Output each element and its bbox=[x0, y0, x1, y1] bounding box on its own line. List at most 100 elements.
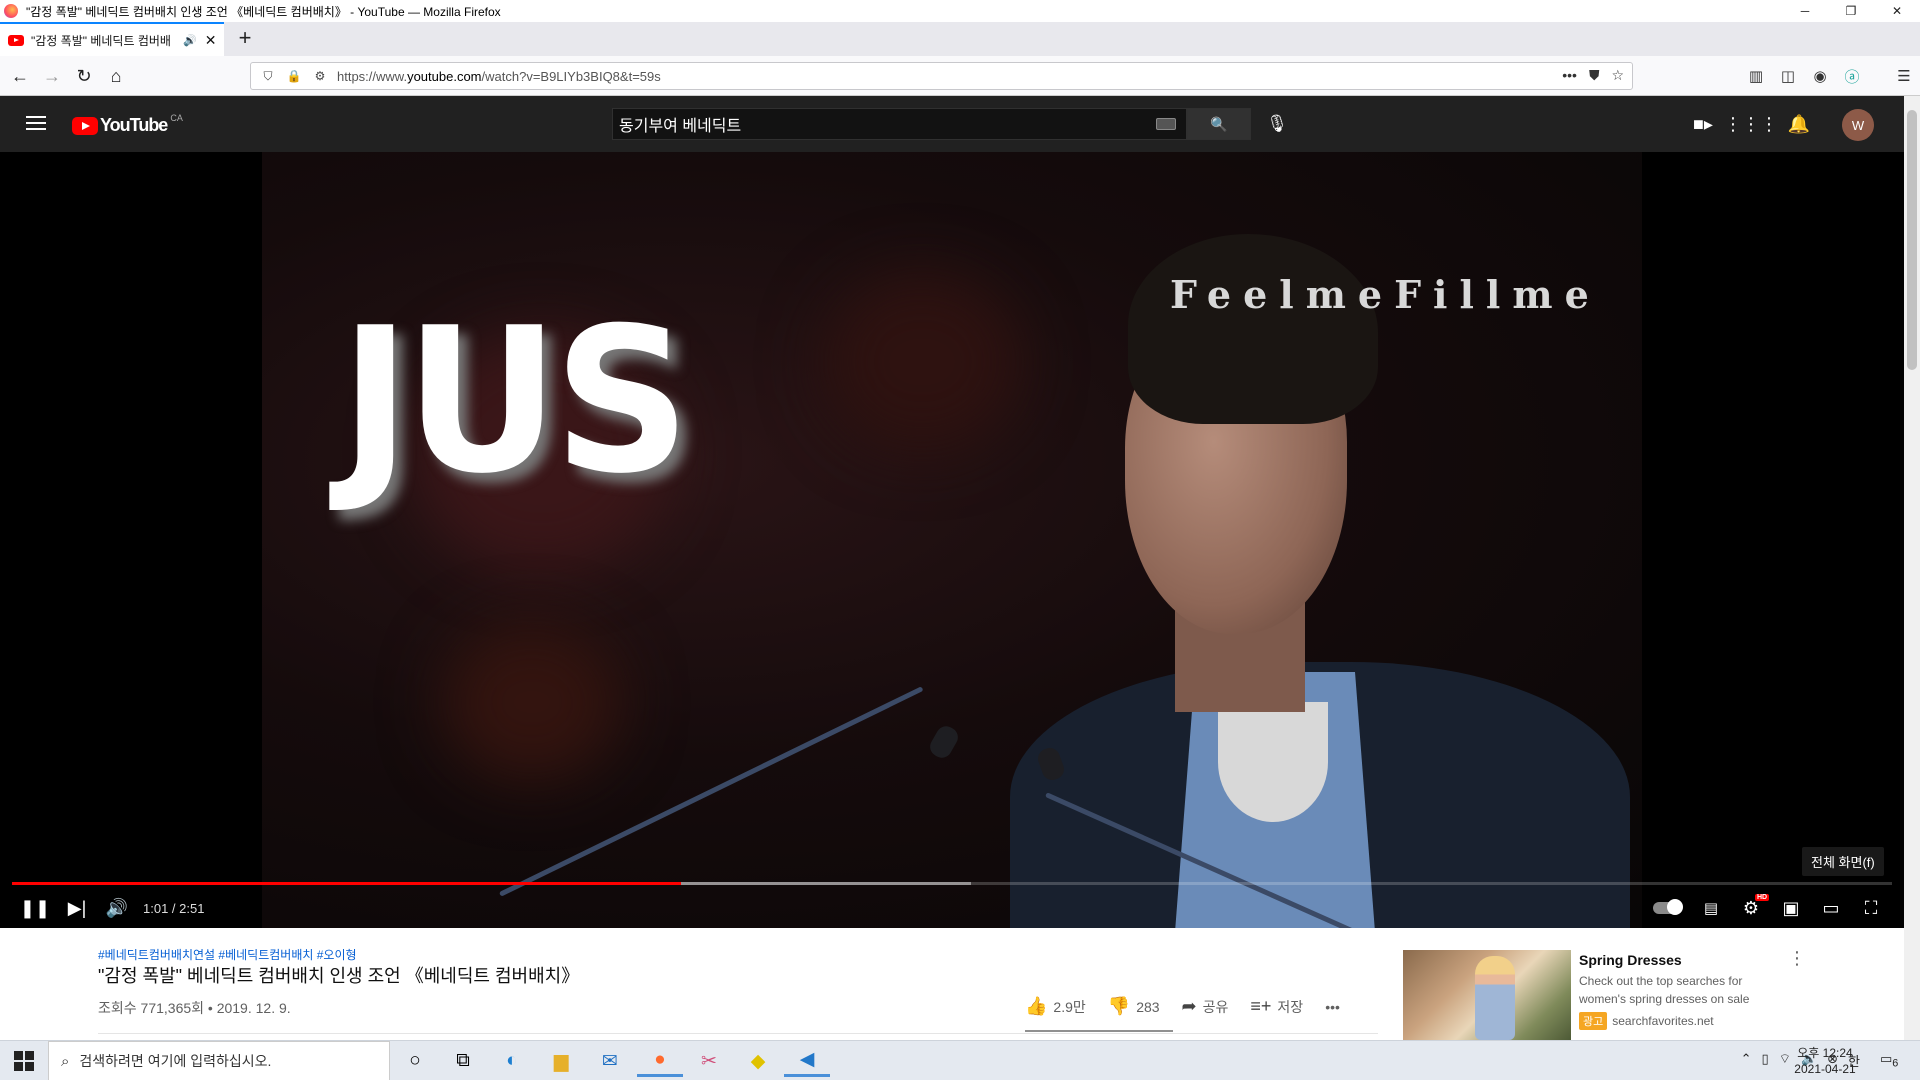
youtube-play-logo-icon bbox=[72, 116, 98, 135]
thumbs-down-icon: 👎 bbox=[1107, 996, 1131, 1016]
tab-strip: "감정 폭발" 베네딕트 컴버배 🔊 ✕ + bbox=[0, 22, 1920, 56]
windows-start-icon[interactable] bbox=[14, 1051, 34, 1071]
clock-date: 2021-04-21 bbox=[1794, 1062, 1856, 1076]
notifications-bell-icon[interactable]: 🔔 bbox=[1785, 110, 1813, 138]
ad-source: 광고 searchfavorites.net bbox=[1579, 1012, 1714, 1030]
bookmark-star-icon[interactable]: ☆ bbox=[1611, 67, 1624, 84]
clock-time: 오후 12:24 bbox=[1797, 1046, 1853, 1060]
url-text[interactable]: https://www.youtube.com/watch?v=B9LIYb3B… bbox=[337, 69, 661, 84]
youtube-logo[interactable]: YouTube CA bbox=[72, 112, 183, 136]
create-video-icon[interactable]: ■▸ bbox=[1689, 110, 1717, 138]
ad-title[interactable]: Spring Dresses bbox=[1579, 952, 1682, 968]
edge-icon[interactable]: ◐ bbox=[489, 1045, 535, 1077]
tray-expand-icon[interactable]: ⌃ bbox=[1741, 1051, 1752, 1070]
notification-center-icon[interactable]: ▭6 bbox=[1880, 1051, 1902, 1071]
progress-played bbox=[12, 882, 682, 885]
extension-icon[interactable]: ⓐ bbox=[1836, 62, 1868, 90]
share-button[interactable]: ➦ 공유 bbox=[1182, 996, 1229, 1017]
pocket-icon[interactable]: ⛊ bbox=[1589, 67, 1600, 84]
kakaotalk-icon[interactable]: ◆ bbox=[735, 1045, 781, 1077]
add-to-playlist-icon: ≡+ bbox=[1250, 996, 1272, 1016]
mail-icon[interactable]: ✉ bbox=[587, 1045, 633, 1077]
apps-grid-icon[interactable]: ⋮⋮⋮ bbox=[1724, 110, 1778, 138]
firefox-taskbar-icon[interactable]: ● bbox=[637, 1045, 683, 1077]
shield-icon[interactable]: ⛉ bbox=[259, 69, 277, 84]
video-info-section: #베네딕트컴버배치연설 #베네딕트컴버배치 #오이형 "감정 폭발" 베네딕트 … bbox=[0, 928, 1904, 1040]
menu-icon[interactable]: ☰ bbox=[1888, 62, 1920, 90]
video-hashtags[interactable]: #베네딕트컴버배치연설 #베네딕트컴버배치 #오이형 bbox=[98, 946, 357, 963]
lock-icon[interactable]: 🔒 bbox=[285, 69, 303, 83]
guide-menu-icon[interactable] bbox=[26, 116, 46, 134]
search-input[interactable]: 동기부여 베네딕트 bbox=[612, 108, 1187, 140]
device-icon[interactable]: ▯ bbox=[1762, 1051, 1769, 1070]
player-controls: ❚❚ ▶| 🔊 1:01 / 2:51 ▤ ⚙ HD ▣ ▭ ⛶ bbox=[0, 890, 1904, 928]
youtube-favicon-icon bbox=[8, 34, 24, 46]
ad-domain: searchfavorites.net bbox=[1612, 1014, 1714, 1028]
ad-description: Check out the top searches for women's s… bbox=[1579, 974, 1750, 1006]
home-icon[interactable]: ⌂ bbox=[102, 62, 130, 90]
video-actions: 👍 2.9만 👎 283 ➦ 공유 ≡+ 저장 ••• bbox=[1025, 996, 1362, 1017]
maximize-button[interactable]: ❐ bbox=[1828, 0, 1874, 22]
search-icon: ⌕ bbox=[61, 1052, 70, 1070]
more-actions-button[interactable]: ••• bbox=[1325, 999, 1340, 1015]
snipping-tool-icon[interactable]: ✂ bbox=[686, 1045, 732, 1077]
ad-more-icon[interactable]: ⋮ bbox=[1788, 949, 1806, 967]
save-button[interactable]: ≡+ 저장 bbox=[1250, 996, 1303, 1017]
keyboard-icon[interactable] bbox=[1156, 118, 1176, 130]
tab-youtube[interactable]: "감정 폭발" 베네딕트 컴버배 🔊 ✕ bbox=[0, 22, 224, 56]
reload-icon[interactable]: ↻ bbox=[70, 62, 98, 90]
scrollbar-thumb[interactable] bbox=[1907, 110, 1917, 370]
firefox-icon bbox=[4, 4, 18, 18]
miniplayer-icon[interactable]: ▣ bbox=[1775, 892, 1807, 924]
back-arrow-icon[interactable]: ← bbox=[6, 62, 34, 90]
window-title: "감정 폭발" 베네딕트 컴버배치 인생 조언 《베네딕트 컴버배치》 - Yo… bbox=[26, 4, 501, 19]
file-explorer-icon[interactable]: ▆ bbox=[538, 1045, 584, 1077]
library-icon[interactable]: ▥ bbox=[1740, 62, 1772, 90]
taskbar-search-input[interactable]: ⌕ 검색하려면 여기에 입력하십시오. bbox=[48, 1041, 390, 1080]
ad-thumbnail[interactable] bbox=[1403, 950, 1571, 1040]
speaker-icon[interactable]: 🔊 bbox=[183, 34, 197, 47]
ad-card[interactable]: Spring Dresses Check out the top searche… bbox=[1403, 928, 1806, 1040]
dislike-button[interactable]: 👎 283 bbox=[1108, 996, 1160, 1017]
forward-arrow-icon[interactable]: → bbox=[38, 62, 66, 90]
tab-close-button[interactable]: ✕ bbox=[205, 32, 217, 49]
permissions-icon[interactable]: ⚙ bbox=[311, 69, 329, 83]
microphone-icon[interactable]: 🎙 bbox=[1263, 110, 1291, 138]
pause-button[interactable]: ❚❚ bbox=[19, 892, 51, 924]
volume-icon[interactable]: 🔊 bbox=[101, 892, 133, 924]
next-button[interactable]: ▶| bbox=[61, 892, 93, 924]
sidebar-icon[interactable]: ◫ bbox=[1772, 62, 1804, 90]
theater-mode-icon[interactable]: ▭ bbox=[1815, 892, 1847, 924]
window-titlebar: "감정 폭발" 베네딕트 컴버배치 인생 조언 《베네딕트 컴버배치》 - Yo… bbox=[0, 0, 1920, 22]
navigation-toolbar: ← → ↻ ⌂ ⛉ 🔒 ⚙ https://www.youtube.com/wa… bbox=[0, 56, 1920, 96]
taskbar-search-placeholder: 검색하려면 여기에 입력하십시오. bbox=[79, 1053, 272, 1069]
progress-bar[interactable] bbox=[12, 882, 1892, 885]
close-window-button[interactable]: ✕ bbox=[1874, 0, 1920, 22]
thumbs-up-icon: 👍 bbox=[1025, 996, 1048, 1016]
video-player[interactable]: JUS FeelmeFillme 전체 화면(f) ❚❚ ▶| 🔊 1:01 /… bbox=[0, 152, 1904, 928]
search-query: 동기부여 베네딕트 bbox=[619, 118, 742, 135]
windows-taskbar: ⌕ 검색하려면 여기에 입력하십시오. ○ ⧉ ◐ ▆ ✉ ● ✂ ◆ ◀ ⌃ … bbox=[0, 1040, 1920, 1080]
search-button[interactable]: 🔍 bbox=[1187, 108, 1251, 140]
account-icon[interactable]: ◉ bbox=[1804, 62, 1836, 90]
video-overlay-text: JUS bbox=[340, 285, 690, 518]
task-view-icon[interactable]: ⧉ bbox=[440, 1045, 486, 1077]
page-actions-icon[interactable]: ••• bbox=[1562, 67, 1577, 84]
fullscreen-icon[interactable]: ⛶ bbox=[1855, 892, 1887, 924]
like-button[interactable]: 👍 2.9만 bbox=[1025, 996, 1086, 1017]
youtube-masthead: YouTube CA 동기부여 베네딕트 🔍 🎙 ■▸ ⋮⋮⋮ 🔔 W bbox=[0, 96, 1904, 152]
autoplay-toggle[interactable] bbox=[1653, 899, 1683, 915]
subtitles-icon[interactable]: ▤ bbox=[1695, 892, 1727, 924]
country-code: CA bbox=[170, 112, 183, 123]
video-meta: 조회수 771,365회 • 2019. 12. 9. bbox=[98, 1000, 291, 1016]
vscode-icon[interactable]: ◀ bbox=[784, 1045, 830, 1077]
url-bar[interactable]: ⛉ 🔒 ⚙ https://www.youtube.com/watch?v=B9… bbox=[250, 62, 1633, 90]
avatar[interactable]: W bbox=[1842, 109, 1874, 141]
taskbar-clock[interactable]: 오후 12:24 2021-04-21 bbox=[1780, 1045, 1870, 1077]
minimize-button[interactable]: ─ bbox=[1782, 0, 1828, 22]
like-ratio-bar bbox=[1025, 1030, 1173, 1032]
page-scrollbar[interactable] bbox=[1904, 96, 1920, 1040]
divider bbox=[98, 1033, 1378, 1034]
new-tab-button[interactable]: + bbox=[232, 26, 258, 52]
cortana-icon[interactable]: ○ bbox=[392, 1045, 438, 1077]
